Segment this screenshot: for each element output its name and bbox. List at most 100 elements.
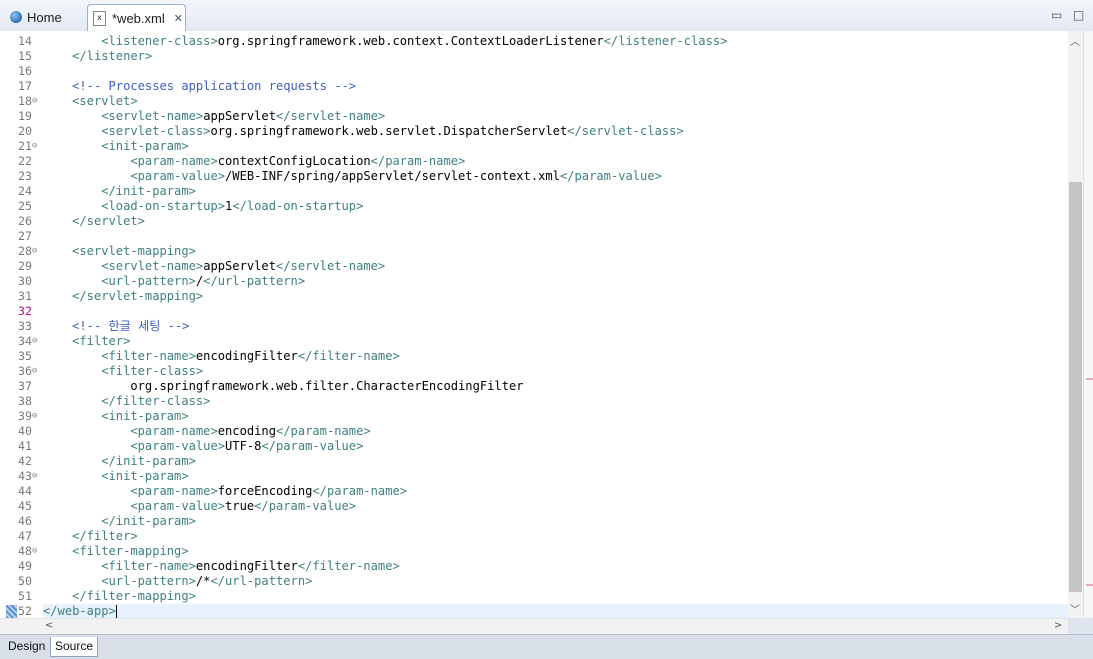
tab-source[interactable]: Source	[50, 637, 99, 657]
code-line[interactable]: </listener>	[43, 49, 1068, 64]
code-line[interactable]: <init-param>	[43, 469, 1068, 484]
xml-tag: <load-on-startup>	[101, 199, 226, 213]
line-number-text: 38	[18, 394, 32, 408]
xml-text	[43, 199, 101, 213]
code-line[interactable]: <param-name>encoding</param-name>	[43, 424, 1068, 439]
code-line[interactable]: <servlet>	[43, 94, 1068, 109]
line-number-text: 19	[18, 109, 32, 123]
code-line[interactable]: <servlet-class>org.springframework.web.s…	[43, 124, 1068, 139]
line-number: 24	[0, 184, 42, 199]
line-number: 23	[0, 169, 42, 184]
xml-tag: </param-value>	[559, 169, 662, 183]
code-line[interactable]: </filter>	[43, 529, 1068, 544]
code-line[interactable]: </servlet-mapping>	[43, 289, 1068, 304]
fold-toggle-icon[interactable]: ⊖	[32, 244, 37, 259]
line-number: 31	[0, 289, 42, 304]
xml-text	[43, 79, 72, 93]
xml-tag: <url-pattern>	[101, 274, 196, 288]
line-number-text: 16	[18, 64, 32, 78]
code-line[interactable]	[43, 64, 1068, 79]
code-line[interactable]: <param-value>true</param-value>	[43, 499, 1068, 514]
fold-toggle-icon[interactable]: ⊖	[32, 469, 37, 484]
code-line[interactable]: <listener-class>org.springframework.web.…	[43, 34, 1068, 49]
fold-toggle-icon[interactable]: ⊖	[32, 364, 37, 379]
line-number-gutter: 14 15 16 17 18 ⊖ 19 20 21 ⊖ 22 23 24 25 26 27 28 ⊖ 29 30 31 3…	[0, 31, 42, 618]
minimize-icon[interactable]: ▭	[1051, 8, 1062, 22]
code-line[interactable]: <filter-class>	[43, 364, 1068, 379]
code-line[interactable]: <param-name>forceEncoding</param-name>	[43, 484, 1068, 499]
code-line[interactable]: <!-- Processes application requests -->	[43, 79, 1068, 94]
overview-ruler	[1083, 31, 1093, 618]
ruler-marker[interactable]	[1086, 584, 1093, 586]
fold-toggle-icon[interactable]: ⊖	[32, 94, 37, 109]
xml-tag: </load-on-startup>	[232, 199, 364, 213]
xml-text	[43, 394, 101, 408]
xml-tag: <param-value>	[130, 439, 226, 453]
code-line[interactable]: <filter-name>encodingFilter</filter-name…	[43, 559, 1068, 574]
code-line[interactable]: </init-param>	[43, 184, 1068, 199]
code-line[interactable]: </filter-class>	[43, 394, 1068, 409]
fold-toggle-icon[interactable]: ⊖	[32, 334, 37, 349]
ruler-marker[interactable]	[1086, 378, 1093, 380]
code-line[interactable]: <url-pattern>/</url-pattern>	[43, 274, 1068, 289]
code-line[interactable]: <init-param>	[43, 139, 1068, 154]
code-line[interactable]: <servlet-name>appServlet</servlet-name>	[43, 259, 1068, 274]
code-line[interactable]: org.springframework.web.filter.Character…	[43, 379, 1068, 394]
tab-design[interactable]: Design	[4, 637, 49, 656]
scroll-right-arrow-icon[interactable]: >	[1054, 620, 1062, 631]
fold-toggle-icon[interactable]: ⊖	[32, 409, 37, 424]
line-number: 25	[0, 199, 42, 214]
vertical-scrollbar[interactable]: ︿ ﹀	[1068, 31, 1083, 618]
xml-text	[43, 424, 130, 438]
xml-source-editor[interactable]: 14 15 16 17 18 ⊖ 19 20 21 ⊖ 22 23 24 25 26 27 28 ⊖ 29 30 31 3…	[0, 31, 1068, 619]
code-line[interactable]: </filter-mapping>	[43, 589, 1068, 604]
close-tab-icon[interactable]: ✕	[174, 12, 183, 25]
code-line[interactable]: <param-value>UTF-8</param-value>	[43, 439, 1068, 454]
scroll-up-arrow-icon[interactable]: ︿	[1070, 33, 1080, 48]
code-area[interactable]: <listener-class>org.springframework.web.…	[43, 31, 1068, 619]
line-number-text: 14	[18, 34, 32, 48]
xml-text: encodingFilter	[195, 349, 298, 363]
code-line[interactable]: <init-param>	[43, 409, 1068, 424]
xml-tag: </init-param>	[101, 184, 196, 198]
horizontal-scrollbar[interactable]: < >	[0, 618, 1068, 635]
scroll-left-arrow-icon[interactable]: <	[45, 620, 53, 631]
code-line[interactable]: </init-param>	[43, 514, 1068, 529]
code-line[interactable]: <param-name>contextConfigLocation</param…	[43, 154, 1068, 169]
tab-home[interactable]: Home	[4, 4, 84, 30]
code-line[interactable]	[43, 229, 1068, 244]
xml-text	[43, 514, 101, 528]
xml-text: /*	[195, 574, 211, 588]
xml-tag: <url-pattern>	[101, 574, 196, 588]
scroll-down-arrow-icon[interactable]: ﹀	[1070, 601, 1080, 616]
code-line[interactable]: <filter-mapping>	[43, 544, 1068, 559]
code-line[interactable]: <filter-name>encodingFilter</filter-name…	[43, 349, 1068, 364]
code-line[interactable]: <url-pattern>/*</url-pattern>	[43, 574, 1068, 589]
maximize-icon[interactable]: □	[1073, 8, 1084, 22]
line-number-text: 31	[18, 289, 32, 303]
code-line[interactable]: <load-on-startup>1</load-on-startup>	[43, 199, 1068, 214]
line-number: 15	[0, 49, 42, 64]
tab-web-xml[interactable]: x *web.xml ✕	[87, 4, 186, 32]
line-number-text: 35	[18, 349, 32, 363]
line-number-text: 27	[18, 229, 32, 243]
xml-tag: <servlet-name>	[101, 109, 204, 123]
fold-toggle-icon[interactable]: ⊖	[32, 544, 37, 559]
code-line[interactable]: <servlet-mapping>	[43, 244, 1068, 259]
vertical-scroll-thumb[interactable]	[1069, 182, 1082, 592]
xml-tag: </url-pattern>	[203, 274, 306, 288]
code-line[interactable]: <servlet-name>appServlet</servlet-name>	[43, 109, 1068, 124]
code-line[interactable]: <param-value>/WEB-INF/spring/appServlet/…	[43, 169, 1068, 184]
line-number: 16	[0, 64, 42, 79]
code-line[interactable]: <filter>	[43, 334, 1068, 349]
code-line[interactable]: </servlet>	[43, 214, 1068, 229]
code-line[interactable]: <!-- 한글 세팅 -->	[43, 319, 1068, 334]
code-line[interactable]	[43, 304, 1068, 319]
xml-tag: <param-name>	[130, 424, 218, 438]
code-line[interactable]: </web-app>	[43, 604, 1068, 619]
fold-toggle-icon[interactable]: ⊖	[32, 139, 37, 154]
line-number-text: 21	[18, 139, 32, 153]
code-line[interactable]: </init-param>	[43, 454, 1068, 469]
current-line-marker-icon	[6, 605, 17, 618]
xml-text: appServlet	[203, 109, 276, 123]
